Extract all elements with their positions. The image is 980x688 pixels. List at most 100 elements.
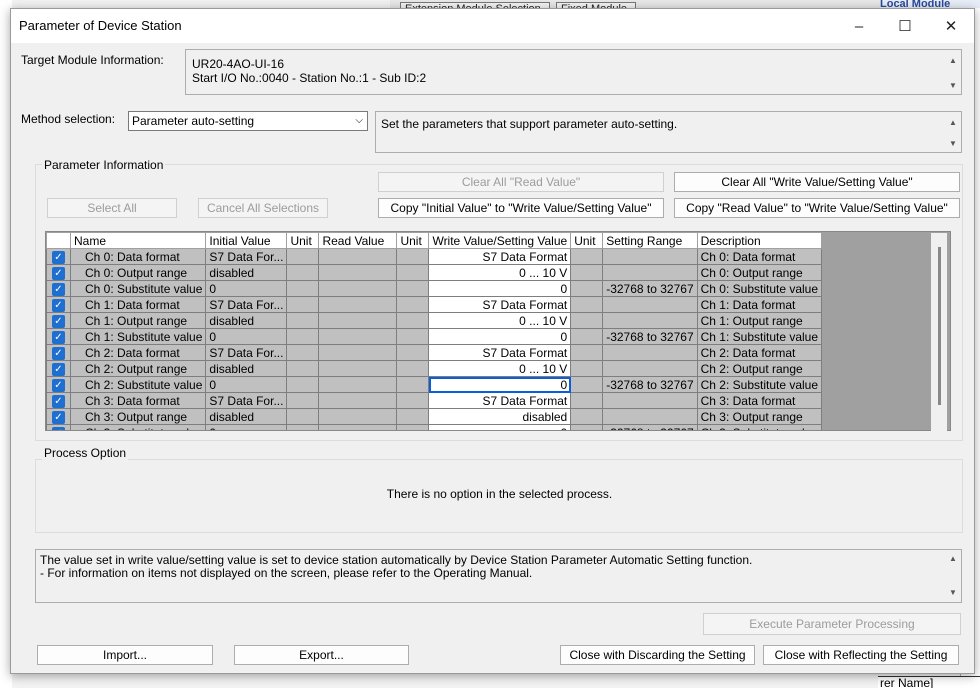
scrollbar-thumb[interactable] xyxy=(938,247,941,405)
unit-cell xyxy=(286,296,320,313)
table-row[interactable]: ✓ Ch 2: Substitute value 0 0 -32768 to 32767… xyxy=(46,376,823,393)
row-checkbox[interactable]: ✓ xyxy=(52,394,65,408)
column-header[interactable]: Unit xyxy=(286,232,320,249)
close-icon[interactable]: ✕ xyxy=(928,9,974,43)
clear-read-value-button[interactable]: Clear All "Read Value" xyxy=(378,172,664,192)
row-checkbox[interactable]: ✓ xyxy=(52,426,65,430)
row-checkbox[interactable]: ✓ xyxy=(52,362,65,376)
write-value-cell[interactable]: 0 ... 10 V xyxy=(428,360,572,377)
close-discard-button[interactable]: Close with Discarding the Setting xyxy=(560,645,755,665)
unit-cell xyxy=(396,280,430,297)
setting-range-cell xyxy=(602,296,698,313)
table-row[interactable]: ✓ Ch 1: Data format S7 Data For... S7 Data … xyxy=(46,296,823,313)
table-row[interactable]: ✓Ch 3: Substitute value00-32768 to 32767… xyxy=(46,424,823,430)
column-header[interactable]: Read Value xyxy=(318,232,398,249)
column-header[interactable]: Unit xyxy=(396,232,430,249)
description-cell: Ch 3: Output range xyxy=(696,408,823,425)
write-value-cell[interactable]: S7 Data Format xyxy=(428,248,572,265)
column-header[interactable]: Name xyxy=(69,232,207,249)
table-row[interactable]: ✓ Ch 0: Data format S7 Data For... S7 Data … xyxy=(46,248,823,265)
maximize-icon[interactable]: ☐ xyxy=(882,9,928,43)
unit-cell xyxy=(396,408,430,425)
select-all-button[interactable]: Select All xyxy=(47,198,177,218)
unit-cell xyxy=(396,296,430,313)
name-cell: Ch 3: Substitute value xyxy=(69,424,207,430)
unit-cell xyxy=(570,376,604,393)
initial-value-cell: 0 xyxy=(205,328,288,345)
read-value-cell xyxy=(318,248,398,265)
column-header[interactable]: Setting Range xyxy=(602,232,698,249)
table-row[interactable]: ✓ Ch 0: Substitute value 0 0 -32768 to 32767… xyxy=(46,280,823,297)
row-checkbox[interactable]: ✓ xyxy=(52,330,65,344)
write-value-cell[interactable]: 0 xyxy=(428,280,572,297)
row-checkbox[interactable]: ✓ xyxy=(52,250,65,264)
column-header[interactable]: Description xyxy=(696,232,823,249)
row-checkbox-cell: ✓ xyxy=(46,296,71,313)
column-header[interactable]: Initial Value xyxy=(205,232,288,249)
initial-value-cell: 0 xyxy=(205,280,288,297)
parameter-information-title: Parameter Information xyxy=(42,158,166,172)
scroll-down-icon[interactable]: ▼ xyxy=(947,588,959,598)
note-line: The value set in write value/setting val… xyxy=(40,553,753,567)
description-cell: Ch 1: Output range xyxy=(696,312,823,329)
execute-parameter-processing-button[interactable]: Execute Parameter Processing xyxy=(703,613,961,635)
unit-cell xyxy=(286,344,320,361)
table-row[interactable]: ✓ Ch 1: Substitute value 0 0 -32768 to 32767… xyxy=(46,328,823,345)
write-value-cell[interactable]: 0 xyxy=(428,328,572,345)
export-button[interactable]: Export... xyxy=(234,645,409,665)
scroll-down-icon[interactable]: ▼ xyxy=(947,139,959,149)
row-checkbox[interactable]: ✓ xyxy=(52,410,65,424)
write-value-cell[interactable]: disabled xyxy=(428,408,572,425)
table-row[interactable]: ✓ Ch 2: Data format S7 Data For... S7 Data … xyxy=(46,344,823,361)
grid-vertical-scrollbar[interactable] xyxy=(931,233,947,431)
cancel-all-selections-button[interactable]: Cancel All Selections xyxy=(198,198,328,218)
row-checkbox[interactable]: ✓ xyxy=(52,314,65,328)
read-value-cell xyxy=(318,424,398,430)
write-value-cell[interactable]: 0 ... 10 V xyxy=(428,264,572,281)
column-header[interactable] xyxy=(46,232,71,249)
method-selection-dropdown[interactable]: Parameter auto-setting ⌵ xyxy=(128,111,368,131)
row-checkbox[interactable]: ✓ xyxy=(52,346,65,360)
row-checkbox[interactable]: ✓ xyxy=(52,282,65,296)
close-reflect-button[interactable]: Close with Reflecting the Setting xyxy=(763,645,959,665)
table-row[interactable]: ✓ Ch 2: Output range disabled 0 ... 10 V Ch … xyxy=(46,360,823,377)
write-value-cell[interactable]: 0 ... 10 V xyxy=(428,312,572,329)
import-button[interactable]: Import... xyxy=(37,645,213,665)
unit-cell xyxy=(286,360,320,377)
clear-write-value-button[interactable]: Clear All "Write Value/Setting Value" xyxy=(674,172,960,192)
column-header[interactable]: Unit xyxy=(570,232,604,249)
write-value-cell[interactable]: 0 xyxy=(428,376,572,393)
table-row[interactable]: ✓ Ch 3: Output range disabled disabled Ch 3:… xyxy=(46,408,823,425)
read-value-cell xyxy=(318,344,398,361)
scroll-up-icon[interactable]: ▲ xyxy=(947,56,959,66)
column-header[interactable]: Write Value/Setting Value xyxy=(428,232,572,249)
note-line: - For information on items not displayed… xyxy=(40,566,533,580)
unit-cell xyxy=(570,312,604,329)
scroll-down-icon[interactable]: ▼ xyxy=(947,81,959,91)
row-checkbox-cell: ✓ xyxy=(46,392,71,409)
name-cell: Ch 0: Output range xyxy=(69,264,207,281)
row-checkbox[interactable]: ✓ xyxy=(52,266,65,280)
note-box: The value set in write value/setting val… xyxy=(35,549,962,603)
table-row[interactable]: ✓ Ch 1: Output range disabled 0 ... 10 V Ch … xyxy=(46,312,823,329)
scroll-up-icon[interactable]: ▲ xyxy=(947,118,959,128)
write-value-cell[interactable]: S7 Data Format xyxy=(428,392,572,409)
process-option-message: There is no option in the selected proce… xyxy=(386,487,613,501)
table-row[interactable]: ✓ Ch 3: Data format S7 Data For... S7 Data … xyxy=(46,392,823,409)
unit-cell xyxy=(570,264,604,281)
write-value-cell[interactable]: S7 Data Format xyxy=(428,344,572,361)
copy-read-value-button[interactable]: Copy "Read Value" to "Write Value/Settin… xyxy=(674,198,960,218)
scroll-up-icon[interactable]: ▲ xyxy=(947,554,959,564)
name-cell: Ch 1: Output range xyxy=(69,312,207,329)
write-value-cell[interactable]: S7 Data Format xyxy=(428,296,572,313)
row-checkbox[interactable]: ✓ xyxy=(52,298,65,312)
row-checkbox[interactable]: ✓ xyxy=(52,378,65,392)
copy-initial-value-button[interactable]: Copy "Initial Value" to "Write Value/Set… xyxy=(378,198,664,218)
table-row[interactable]: ✓ Ch 0: Output range disabled 0 ... 10 V Ch … xyxy=(46,264,823,281)
unit-cell xyxy=(396,376,430,393)
minimize-icon[interactable]: – xyxy=(836,9,882,43)
initial-value-cell: S7 Data For... xyxy=(205,296,288,313)
parameter-grid[interactable]: Name Initial Value Unit Read Value Unit … xyxy=(45,231,951,431)
table-header-row: Name Initial Value Unit Read Value Unit … xyxy=(46,232,823,249)
write-value-cell[interactable]: 0 xyxy=(428,424,572,430)
